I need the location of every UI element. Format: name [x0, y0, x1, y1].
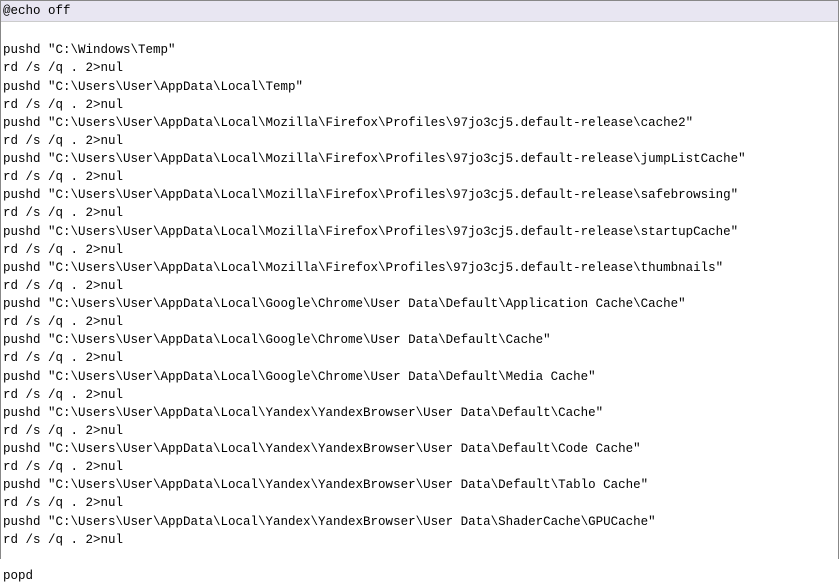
- code-line: pushd "C:\Users\User\AppData\Local\Googl…: [3, 368, 836, 386]
- code-line: rd /s /q . 2>nul: [3, 277, 836, 295]
- code-line: pushd "C:\Users\User\AppData\Local\Googl…: [3, 331, 836, 349]
- code-line: rd /s /q . 2>nul: [3, 386, 836, 404]
- code-line: rd /s /q . 2>nul: [3, 422, 836, 440]
- code-line: rd /s /q . 2>nul: [3, 59, 836, 77]
- code-line: rd /s /q . 2>nul: [3, 96, 836, 114]
- code-line: pushd "C:\Users\User\AppData\Local\Yande…: [3, 513, 836, 531]
- code-line: [3, 549, 836, 567]
- code-line: pushd "C:\Users\User\AppData\Local\Yande…: [3, 404, 836, 422]
- code-line: pushd "C:\Users\User\AppData\Local\Mozil…: [3, 223, 836, 241]
- code-line: rd /s /q . 2>nul: [3, 204, 836, 222]
- code-line: pushd "C:\Users\User\AppData\Local\Yande…: [3, 440, 836, 458]
- code-line: rd /s /q . 2>nul: [3, 349, 836, 367]
- code-line: rd /s /q . 2>nul: [3, 313, 836, 331]
- code-line: [3, 23, 836, 41]
- code-line: popd: [3, 567, 836, 585]
- code-editor[interactable]: @echo off pushd "C:\Windows\Temp"rd /s /…: [0, 0, 839, 559]
- code-line: rd /s /q . 2>nul: [3, 241, 836, 259]
- code-line: pushd "C:\Users\User\AppData\Local\Mozil…: [3, 150, 836, 168]
- code-line: pushd "C:\Users\User\AppData\Local\Mozil…: [3, 259, 836, 277]
- code-line: pushd "C:\Users\User\AppData\Local\Googl…: [3, 295, 836, 313]
- code-line: pushd "C:\Users\User\AppData\Local\Mozil…: [3, 186, 836, 204]
- code-line: pushd "C:\Users\User\AppData\Local\Mozil…: [3, 114, 836, 132]
- header-line: @echo off: [1, 1, 838, 22]
- code-line: rd /s /q . 2>nul: [3, 168, 836, 186]
- code-line: rd /s /q . 2>nul: [3, 531, 836, 549]
- code-line: rd /s /q . 2>nul: [3, 494, 836, 512]
- code-line: pushd "C:\Users\User\AppData\Local\Yande…: [3, 476, 836, 494]
- code-line: pushd "C:\Users\User\AppData\Local\Temp": [3, 78, 836, 96]
- code-line: rd /s /q . 2>nul: [3, 458, 836, 476]
- code-line: rd /s /q . 2>nul: [3, 132, 836, 150]
- code-body: pushd "C:\Windows\Temp"rd /s /q . 2>nulp…: [1, 22, 838, 586]
- code-line: pushd "C:\Windows\Temp": [3, 41, 836, 59]
